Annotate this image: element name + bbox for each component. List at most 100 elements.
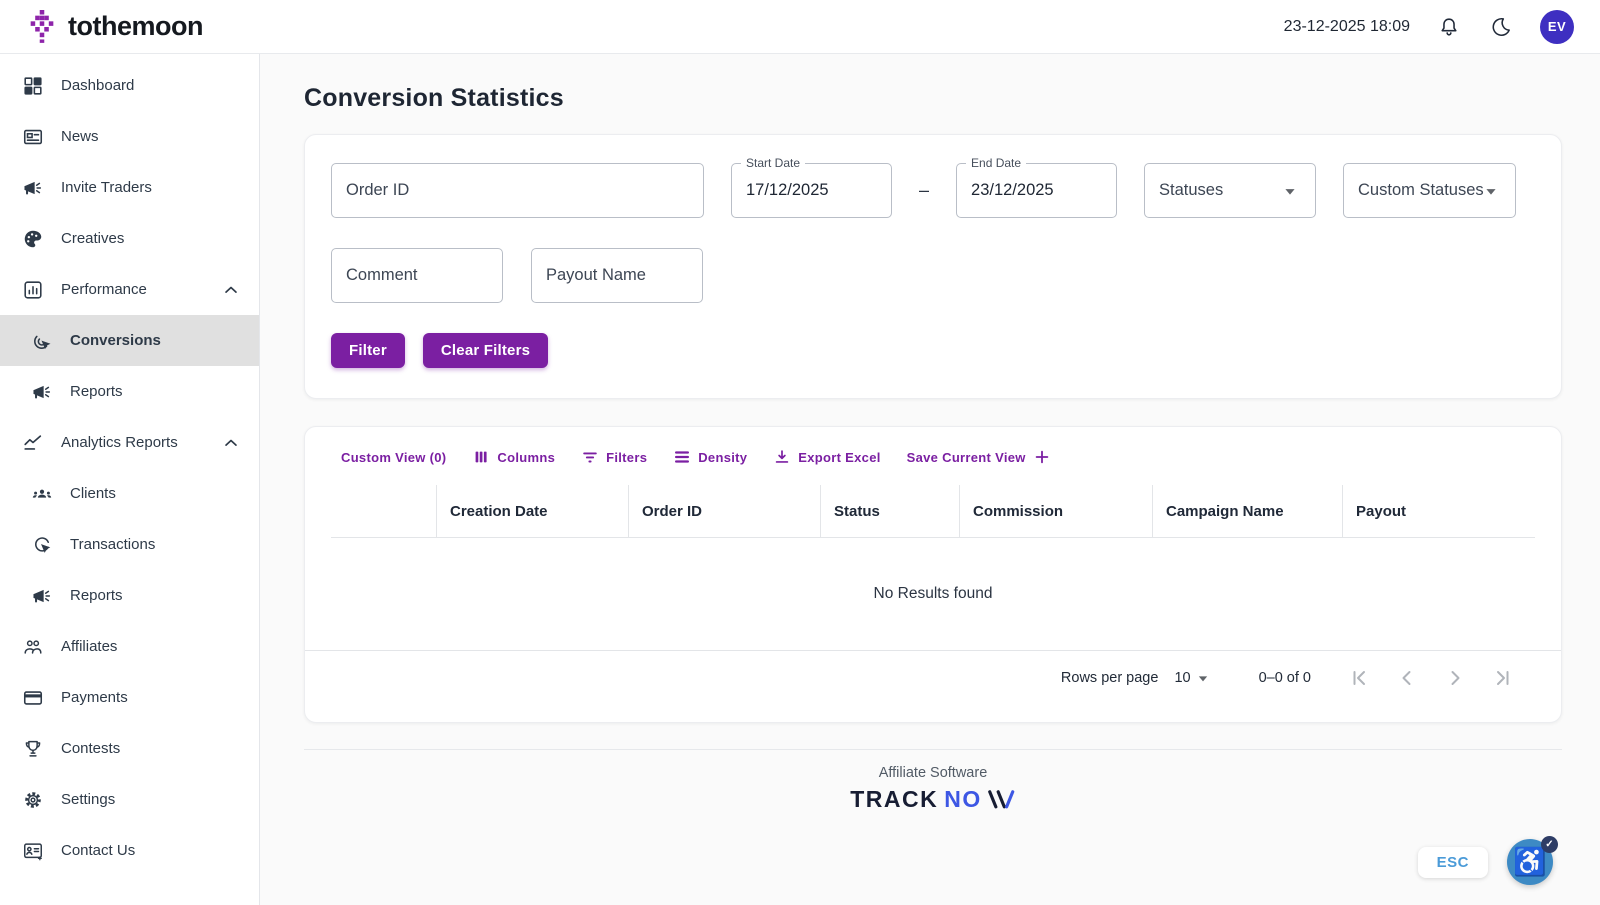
chevron-up-icon[interactable] xyxy=(221,280,241,300)
accessibility-widget-button[interactable]: ♿ ✓ xyxy=(1507,836,1558,885)
tracknow-logo-track: TRACK xyxy=(850,786,939,812)
custom-statuses-label: Custom Statuses xyxy=(1358,181,1484,199)
custom-view-button[interactable]: Custom View (0) xyxy=(341,450,446,465)
tracknow-logo: TRACK NO xyxy=(850,786,1016,813)
payout-name-field[interactable]: Payout Name xyxy=(531,248,703,303)
statuses-select[interactable]: Statuses xyxy=(1144,163,1317,218)
payout-name-label: Payout Name xyxy=(546,266,646,284)
table-header-commission[interactable]: Commission xyxy=(959,485,1152,537)
contact-card-icon xyxy=(22,840,44,862)
sidebar-item-dashboard[interactable]: Dashboard xyxy=(0,60,259,111)
sidebar-item-label: Reports xyxy=(70,587,123,604)
filters-label: Filters xyxy=(606,449,648,465)
export-excel-label: Export Excel xyxy=(798,449,881,465)
rows-per-page-label: Rows per page xyxy=(1060,669,1159,686)
brand-logo[interactable]: tothemoon xyxy=(26,9,203,44)
table-header-payout[interactable]: Payout xyxy=(1342,485,1499,537)
filter-button[interactable]: Filter xyxy=(331,333,405,368)
sidebar-item-conversions[interactable]: Conversions xyxy=(0,315,259,366)
sidebar-item-label: Creatives xyxy=(61,230,125,247)
sidebar-item-payments[interactable]: Payments xyxy=(0,672,259,723)
credit-card-icon xyxy=(22,687,44,709)
sidebar-item-label: Performance xyxy=(61,281,147,298)
columns-icon xyxy=(472,448,490,466)
filters-panel: Order ID Start Date 17/12/2025 – End Dat… xyxy=(304,134,1562,399)
export-excel-button[interactable]: Export Excel xyxy=(773,448,880,466)
custom-view-label: Custom View (0) xyxy=(341,449,447,465)
comment-field[interactable]: Comment xyxy=(331,248,503,303)
sidebar-item-invite-traders[interactable]: Invite Traders xyxy=(0,162,259,213)
bar-chart-icon xyxy=(22,279,44,301)
density-icon xyxy=(673,448,691,466)
footer-tagline: Affiliate Software xyxy=(878,765,988,781)
columns-button[interactable]: Columns xyxy=(472,448,555,466)
tracknow-logo-no: NO xyxy=(944,786,982,812)
brand-name: tothemoon xyxy=(68,11,203,41)
start-date-field[interactable]: Start Date 17/12/2025 xyxy=(731,156,892,218)
sidebar-item-label: Dashboard xyxy=(61,77,135,94)
density-button[interactable]: Density xyxy=(673,448,747,466)
page-title: Conversion Statistics xyxy=(304,84,564,112)
filter-lines-icon xyxy=(581,448,599,466)
table-header-order-id[interactable]: Order ID xyxy=(628,485,820,537)
rows-per-page-select[interactable]: 10 xyxy=(1174,668,1212,688)
gear-icon xyxy=(22,789,44,811)
sidebar-item-transactions[interactable]: Transactions xyxy=(0,519,259,570)
sidebar-item-analytics-reports[interactable]: Analytics Reports xyxy=(0,417,259,468)
people-icon xyxy=(31,483,53,505)
order-id-label: Order ID xyxy=(346,181,410,199)
conversions-click-icon xyxy=(31,330,53,352)
sidebar-item-label: Analytics Reports xyxy=(61,434,178,451)
chevron-down-icon xyxy=(1480,180,1502,202)
sidebar-item-label: Clients xyxy=(70,485,116,502)
date-range-separator: – xyxy=(919,180,930,200)
plus-icon xyxy=(1033,448,1051,466)
sidebar-item-label: Reports xyxy=(70,383,123,400)
sidebar-item-news[interactable]: News xyxy=(0,111,259,162)
table-toolbar: Custom View (0) Columns Filters Density … xyxy=(305,443,1561,471)
click-circle-icon xyxy=(31,534,53,556)
save-current-view-button[interactable]: Save Current View xyxy=(907,448,1051,466)
columns-label: Columns xyxy=(497,449,556,465)
line-chart-icon xyxy=(22,432,44,454)
chevron-down-icon xyxy=(1193,668,1213,688)
esc-button[interactable]: ESC xyxy=(1417,846,1488,878)
sidebar-item-performance[interactable]: Performance xyxy=(0,264,259,315)
sidebar-item-label: Transactions xyxy=(70,536,156,553)
first-page-icon[interactable] xyxy=(1347,666,1371,690)
table-header-row: Creation Date Order ID Status Commission… xyxy=(331,485,1535,538)
clear-filters-button[interactable]: Clear Filters xyxy=(422,333,549,368)
user-avatar[interactable]: EV xyxy=(1540,9,1574,44)
group-icon xyxy=(22,636,44,658)
dark-mode-moon-icon[interactable] xyxy=(1488,14,1514,40)
megaphone-icon xyxy=(31,381,53,403)
end-date-field[interactable]: End Date 23/12/2025 xyxy=(956,156,1118,218)
statuses-label: Statuses xyxy=(1159,181,1224,199)
notifications-bell-icon[interactable] xyxy=(1436,14,1462,40)
filters-button[interactable]: Filters xyxy=(581,448,647,466)
trophy-icon xyxy=(22,738,44,760)
sidebar-item-label: Contact Us xyxy=(61,842,136,859)
sidebar-item-label: Conversions xyxy=(70,332,161,349)
sidebar-item-settings[interactable]: Settings xyxy=(0,774,259,825)
sidebar-item-reports-analytics[interactable]: Reports xyxy=(0,570,259,621)
news-icon xyxy=(22,126,44,148)
table-header-status[interactable]: Status xyxy=(820,485,959,537)
sidebar-item-clients[interactable]: Clients xyxy=(0,468,259,519)
chevron-down-icon xyxy=(1279,180,1301,202)
order-id-field[interactable]: Order ID xyxy=(331,163,704,218)
sidebar-item-contests[interactable]: Contests xyxy=(0,723,259,774)
sidebar-item-affiliates[interactable]: Affiliates xyxy=(0,621,259,672)
next-page-icon[interactable] xyxy=(1443,666,1467,690)
megaphone-icon xyxy=(22,177,44,199)
custom-statuses-select[interactable]: Custom Statuses xyxy=(1343,163,1517,218)
chevron-up-icon[interactable] xyxy=(221,433,241,453)
table-header-creation-date[interactable]: Creation Date xyxy=(436,485,628,537)
previous-page-icon[interactable] xyxy=(1395,666,1419,690)
sidebar-item-reports-performance[interactable]: Reports xyxy=(0,366,259,417)
sidebar-item-label: Contests xyxy=(61,740,121,757)
last-page-icon[interactable] xyxy=(1491,666,1515,690)
table-header-campaign-name[interactable]: Campaign Name xyxy=(1152,485,1342,537)
sidebar-item-creatives[interactable]: Creatives xyxy=(0,213,259,264)
sidebar-item-contact-us[interactable]: Contact Us xyxy=(0,825,259,876)
